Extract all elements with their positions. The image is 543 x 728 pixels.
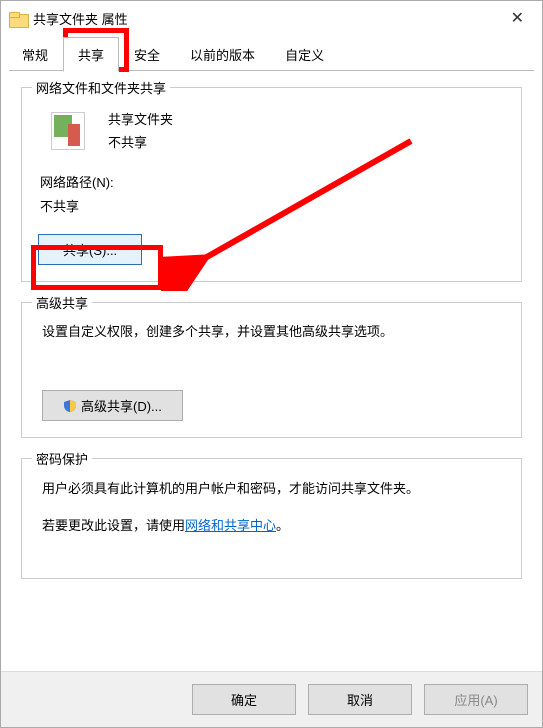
share-info-row: 共享文件夹 不共享 — [48, 108, 505, 155]
group-password-protection: 密码保护 用户必须具有此计算机的用户帐户和密码，才能访问共享文件夹。 若要更改此… — [21, 458, 522, 578]
group-advanced-sharing: 高级共享 设置自定义权限，创建多个共享，并设置其他高级共享选项。 高级共享(D)… — [21, 302, 522, 438]
share-button[interactable]: 共享(S)... — [38, 234, 142, 265]
network-path-label: 网络路径(N): — [40, 171, 505, 196]
password-desc2-suffix: 。 — [276, 518, 289, 533]
tab-general[interactable]: 常规 — [7, 37, 63, 72]
apply-button[interactable]: 应用(A) — [424, 684, 528, 715]
group-password-title: 密码保护 — [32, 449, 92, 468]
tab-bar: 常规 共享 安全 以前的版本 自定义 — [1, 36, 542, 71]
titlebar: 共享文件夹 属性 ✕ — [1, 1, 542, 36]
network-sharing-center-link[interactable]: 网络和共享中心 — [185, 518, 276, 533]
client-area: 网络文件和文件夹共享 共享文件夹 不共享 网络路径(N): 不共享 共享(S).… — [1, 71, 542, 674]
group-advanced-title: 高级共享 — [32, 293, 92, 312]
advanced-share-label: 高级共享(D)... — [81, 399, 162, 414]
advanced-share-button[interactable]: 高级共享(D)... — [42, 390, 183, 421]
folder-icon — [9, 12, 27, 26]
close-button[interactable]: ✕ — [501, 7, 534, 31]
network-path-value: 不共享 — [40, 195, 505, 220]
password-link-line: 若要更改此设置，请使用网络和共享中心。 — [42, 515, 505, 534]
share-folder-name: 共享文件夹 — [108, 108, 173, 131]
cancel-button[interactable]: 取消 — [308, 684, 412, 715]
tab-custom[interactable]: 自定义 — [270, 37, 339, 72]
ok-button[interactable]: 确定 — [192, 684, 296, 715]
password-desc: 用户必须具有此计算机的用户帐户和密码，才能访问共享文件夹。 — [42, 477, 505, 500]
tab-previous-versions[interactable]: 以前的版本 — [175, 37, 270, 72]
password-desc2-prefix: 若要更改此设置，请使用 — [42, 518, 185, 533]
dialog-footer: 确定 取消 应用(A) — [1, 671, 542, 727]
window-title: 共享文件夹 属性 — [33, 9, 128, 28]
folder-thumbnail-icon — [48, 108, 90, 152]
tab-share[interactable]: 共享 — [63, 37, 119, 72]
tab-security[interactable]: 安全 — [119, 37, 175, 72]
group-network-sharing: 网络文件和文件夹共享 共享文件夹 不共享 网络路径(N): 不共享 共享(S).… — [21, 87, 522, 282]
group-network-title: 网络文件和文件夹共享 — [32, 78, 170, 97]
shield-icon — [63, 399, 77, 413]
properties-dialog: 共享文件夹 属性 ✕ 常规 共享 安全 以前的版本 自定义 网络文件和文件夹共享… — [0, 0, 543, 728]
advanced-desc: 设置自定义权限，创建多个共享，并设置其他高级共享选项。 — [42, 321, 505, 340]
share-status: 不共享 — [108, 131, 173, 154]
